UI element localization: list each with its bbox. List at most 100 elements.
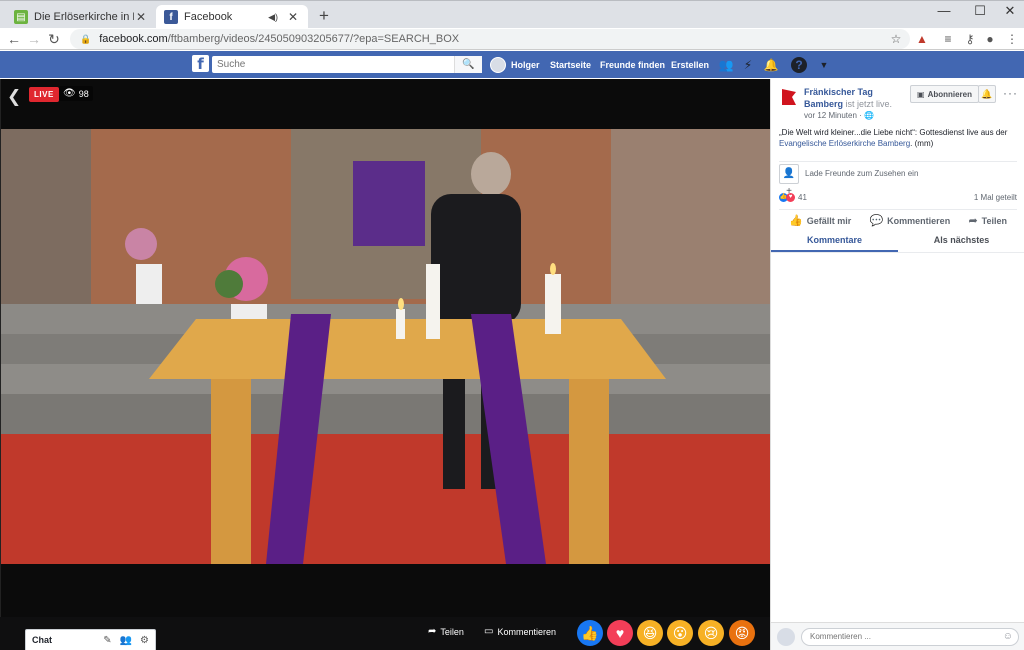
share-icon: ➦ [968,215,978,227]
gear-icon[interactable]: ⚙ [140,635,149,646]
comment-label: Kommentieren [497,626,556,637]
forward-icon[interactable]: → [24,29,44,49]
star-icon[interactable]: ☆ [888,31,904,47]
like-label: Gefällt mir [806,215,852,226]
profile-icon[interactable]: ● [982,31,998,47]
facebook-logo[interactable]: f [192,55,209,73]
angry-reaction-icon[interactable]: 😡 [729,620,755,646]
help-icon[interactable]: ? [791,57,807,73]
video-frame [1,79,770,617]
chevron-down-icon[interactable]: ▼ [816,57,832,73]
chat-label: Chat [32,635,52,645]
chat-actions: ✎ 👥 ⚙ [103,635,149,646]
post-actions: 👍 Gefällt mir 💬 Kommentieren ➦ Teilen [779,209,1017,231]
share-icon: ➦ [428,626,437,637]
reload-icon[interactable]: ↻ [44,29,64,49]
nav-home[interactable]: Startseite [550,51,591,78]
tab-title: Die Erlöserkirche in Bamberg ist l [34,11,134,23]
user-name: Holger [511,59,540,70]
viewer-count-value: 98 [78,88,89,99]
notification-bell-button[interactable]: 🔔 [978,85,996,103]
menu-dots-icon[interactable]: ⋮ [1004,31,1020,47]
subscribe-button[interactable]: ▣ Abonnieren [910,85,980,103]
compose-icon[interactable]: ✎ [103,635,111,646]
back-icon[interactable]: ← [4,29,24,49]
back-chevron-icon[interactable]: ❮ [7,87,21,107]
speaker-icon[interactable]: ◀) [268,12,278,23]
notifications-icon[interactable]: 🔔 [763,57,779,73]
search-box: 🔍 [212,56,482,73]
page-logo-icon[interactable] [779,87,799,107]
reaction-summary: 👍 ♥ 41 1 Mal geteilt [779,191,1017,203]
avatar [490,56,506,73]
profile-link[interactable]: Holger [490,51,540,78]
minimize-icon[interactable]: — [924,1,964,21]
sad-reaction-icon[interactable]: 😢 [698,620,724,646]
url-path: /ftbamberg/videos/245050903205677/?epa=S… [167,33,460,45]
browser-tabstrip: ▤ Die Erlöserkirche in Bamberg ist l ✕ f… [0,0,1024,29]
reaction-count[interactable]: 41 [798,193,807,202]
wow-reaction-icon[interactable]: 😮 [667,620,693,646]
key-icon[interactable]: ⚷ [962,31,978,47]
pdf-extension-icon[interactable]: ▲ [914,31,930,47]
close-icon[interactable]: ✕ [286,10,300,24]
description-end: . (mm) [910,139,934,148]
page-header: Fränkischer Tag Bamberg ist jetzt live. [804,86,904,110]
like-button[interactable]: 👍 Gefällt mir [789,214,851,227]
url-host: facebook.com [99,33,168,45]
comment-button[interactable]: ▭ Kommentieren [484,626,556,637]
avatar [777,627,795,646]
more-options-icon[interactable]: ··· [1003,86,1018,100]
live-status: ist jetzt live. [845,99,893,109]
subscribe-icon: ▣ [917,89,925,99]
share-action-label: Teilen [981,215,1007,226]
description-text: „Die Welt wird kleiner...die Liebe nicht… [779,128,1008,137]
group-icon[interactable]: 👥 [120,635,132,646]
comment-input[interactable] [801,627,1019,646]
search-input[interactable] [212,57,454,72]
globe-icon: 🌐 [864,111,875,120]
url-bar[interactable]: 🔒 facebook.com/ftbamberg/videos/24505090… [70,29,910,49]
share-count[interactable]: 1 Mal geteilt [974,193,1017,202]
nav-create[interactable]: Erstellen [671,51,709,78]
emoji-icon[interactable]: ☺ [1003,631,1013,642]
like-reaction-icon[interactable]: 👍 [577,620,603,646]
thumbs-up-icon: 👍 [789,215,803,227]
comment-action-button[interactable]: 💬 Kommentieren [869,214,950,227]
friends-icon[interactable]: 👥 [718,57,734,73]
facebook-icon: f [164,10,178,24]
comment-composer: ☺ [771,622,1024,650]
close-window-icon[interactable]: ✕ [990,1,1024,21]
share-button[interactable]: ➦ Teilen [428,626,464,637]
nav-find-friends[interactable]: Freunde finden [600,51,665,78]
search-icon[interactable]: 🔍 [454,56,482,73]
comment-icon: ▭ [484,626,494,637]
close-icon[interactable]: ✕ [134,10,148,24]
haha-reaction-icon[interactable]: 😆 [637,620,663,646]
new-tab-button[interactable]: + [314,5,334,27]
share-action-button[interactable]: ➦ Teilen [968,214,1007,227]
add-friend-icon: 👤+ [779,163,799,197]
timestamp-text: vor 12 Minuten · [804,111,862,120]
media-control-icon[interactable]: ≡ [940,31,956,47]
invite-text: Lade Freunde zum Zusehen ein [805,169,919,178]
post-description: „Die Welt wird kleiner...die Liebe nicht… [779,127,1019,149]
facebook-topbar: f 🔍 Holger Startseite Freunde finden Ers… [0,51,1024,78]
video-player[interactable]: ❮ LIVE 👁 98 [0,79,770,617]
invite-friends-row[interactable]: 👤+ Lade Freunde zum Zusehen ein [779,161,1017,197]
tab-up-next[interactable]: Als nächstes [898,231,1024,252]
tab-comments[interactable]: Kommentare [771,231,898,252]
address-row: ← → ↻ 🔒 facebook.com/ftbamberg/videos/24… [0,28,1024,50]
messenger-icon[interactable]: ⚡ [740,57,756,73]
subscribe-label: Abonnieren [927,89,973,99]
timestamp: vor 12 Minuten · 🌐 [804,111,874,120]
browser-tab-facebook[interactable]: f Facebook ◀) ✕ [156,5,308,29]
browser-tab-erloeserkirche[interactable]: ▤ Die Erlöserkirche in Bamberg ist l ✕ [6,5,156,29]
love-icon: ♥ [786,192,795,202]
church-link[interactable]: Evangelische Erlöserkirche Bamberg [779,139,910,148]
comment-action-label: Kommentieren [887,215,951,226]
live-details-panel: Fränkischer Tag Bamberg ist jetzt live. … [770,79,1024,650]
chat-tab[interactable]: Chat ✎ 👥 ⚙ [25,629,156,650]
love-reaction-icon[interactable]: ♥ [607,620,633,646]
tab-title: Facebook [184,11,233,23]
